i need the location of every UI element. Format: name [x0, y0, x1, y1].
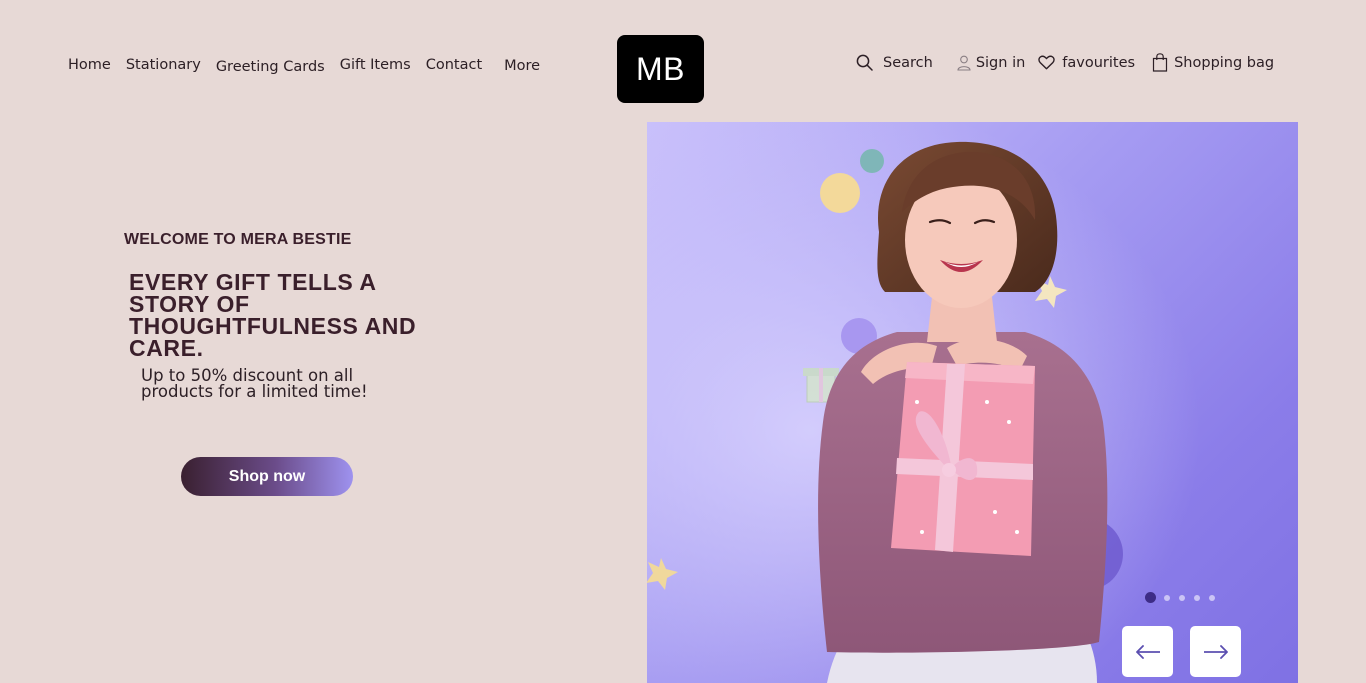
carousel-dot[interactable]: [1145, 592, 1156, 603]
carousel-dots: [1145, 592, 1224, 603]
decor-ball-yellow: [820, 173, 860, 213]
heart-icon: [1038, 55, 1056, 70]
carousel-dot[interactable]: [1164, 594, 1170, 601]
pink-gift-box: [891, 362, 1035, 556]
utility-nav: Search Sign in favourites Shopping bag: [856, 53, 1274, 72]
user-icon: [957, 55, 971, 71]
favourites-button[interactable]: favourites: [1038, 55, 1135, 71]
nav-link-greeting-cards[interactable]: Greeting Cards: [216, 59, 325, 75]
search-icon: [856, 54, 873, 71]
favourites-label: favourites: [1062, 54, 1136, 71]
carousel-prev-button[interactable]: [1122, 626, 1173, 677]
carousel-dot[interactable]: [1179, 594, 1185, 601]
nav-link-contact[interactable]: Contact: [426, 57, 482, 73]
hero-headline: EVERY GIFT TELLS A STORY OF THOUGHTFULNE…: [129, 269, 417, 361]
main-nav: Home Stationary Greeting Cards Gift Item…: [68, 57, 540, 75]
nav-link-stationary[interactable]: Stationary: [126, 57, 201, 73]
search-label: Search: [883, 54, 933, 71]
search-button[interactable]: Search: [856, 54, 933, 71]
carousel-dot[interactable]: [1194, 594, 1200, 601]
sign-in-label: Sign in: [975, 54, 1026, 71]
shopping-bag-button[interactable]: Shopping bag: [1152, 53, 1274, 72]
hero-banner: [647, 122, 1298, 683]
shopping-bag-icon: [1152, 53, 1168, 72]
hero-subtext: Up to 50% discount on all products for a…: [141, 366, 368, 401]
arrow-right-icon: [1203, 644, 1228, 659]
carousel-dot[interactable]: [1209, 594, 1215, 601]
welcome-eyebrow: WELCOME TO MERA BESTIE: [124, 231, 352, 248]
sign-in-button[interactable]: Sign in: [957, 55, 1025, 71]
nav-link-gift-items[interactable]: Gift Items: [340, 57, 411, 73]
shop-now-button[interactable]: Shop now: [181, 457, 353, 496]
nav-link-more[interactable]: More: [504, 58, 540, 74]
decor-ball-teal: [860, 149, 884, 173]
arrow-left-icon: [1135, 644, 1160, 659]
nav-link-home[interactable]: Home: [68, 57, 111, 73]
shopping-bag-label: Shopping bag: [1174, 54, 1275, 71]
carousel-next-button[interactable]: [1190, 626, 1241, 677]
logo[interactable]: MB: [617, 35, 704, 103]
